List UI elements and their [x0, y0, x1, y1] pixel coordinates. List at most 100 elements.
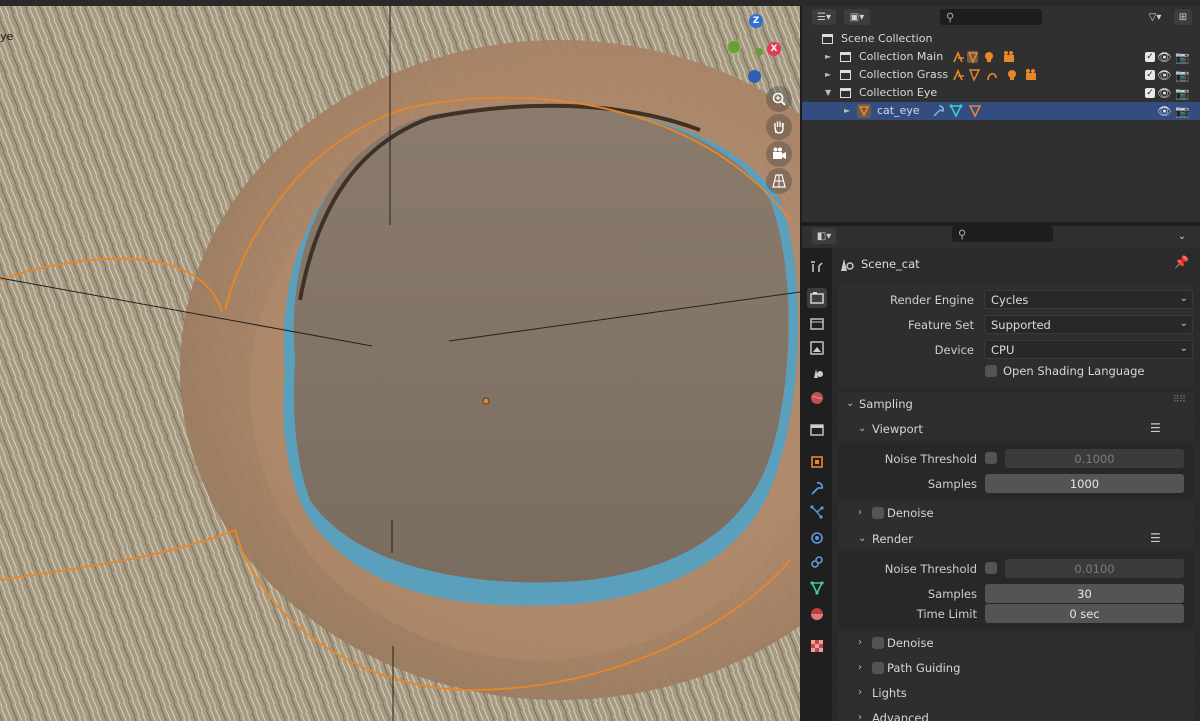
modifier-wrench-icon[interactable] [807, 478, 827, 498]
viewport-denoise-header[interactable]: › Denoise [838, 501, 1194, 525]
collection-contents-icons [953, 51, 1014, 64]
render-camera-icon[interactable]: 📷 [1175, 86, 1189, 100]
texture-tab-icon[interactable] [807, 636, 827, 656]
feature-set-dropdown[interactable]: Supported ⌄ [984, 315, 1193, 334]
viewport-noise-threshold-field[interactable]: 0.1000 [1005, 449, 1184, 468]
new-collection-icon[interactable]: ⊞ [1174, 9, 1192, 25]
advanced-header[interactable]: › Advanced [838, 706, 1194, 721]
search-icon: ⚲ [946, 10, 955, 24]
world-tab-icon[interactable] [807, 388, 827, 408]
exclude-checkbox[interactable]: ✓ [1145, 88, 1155, 98]
lights-header[interactable]: › Lights [838, 681, 1194, 705]
data-mesh-tab-icon[interactable] [807, 578, 827, 598]
visibility-eye-icon[interactable]: 👁 [1157, 68, 1172, 82]
output-tab-icon[interactable] [807, 314, 827, 334]
render-tab-icon[interactable] [807, 288, 827, 308]
viewport-samples-field[interactable]: 1000 [985, 474, 1184, 493]
visibility-eye-icon[interactable]: 👁 [1157, 86, 1172, 100]
filter-icon[interactable]: ▽▾ [1142, 9, 1168, 25]
outliner-item-label: cat_eye [877, 104, 920, 117]
render-noise-threshold-label: Noise Threshold [884, 562, 977, 576]
osl-label: Open Shading Language [1003, 364, 1145, 378]
render-noise-threshold-field[interactable]: 0.0100 [1005, 559, 1184, 578]
render-denoise-header[interactable]: › Denoise [838, 631, 1194, 655]
path-guiding-checkbox[interactable] [872, 662, 884, 674]
visibility-eye-icon[interactable]: 👁 [1157, 104, 1172, 118]
gizmo-y-axis[interactable] [727, 40, 741, 54]
perspective-grid-icon[interactable] [766, 168, 792, 194]
constraints-tab-icon[interactable] [807, 552, 827, 572]
render-title: Render [872, 532, 913, 546]
viewport-subpanel-header[interactable]: ⌄ Viewport ☰ [838, 417, 1194, 441]
outliner-search-input[interactable]: ⚲ [940, 9, 1042, 25]
drag-handle-icon[interactable]: ⠿⠿ [1173, 395, 1186, 405]
gizmo-neg-z-axis[interactable] [748, 70, 761, 83]
properties-header: ◧▾ ⚲ ⌄ [802, 226, 1200, 246]
material-tab-icon[interactable] [807, 604, 827, 624]
object-data-icons [933, 104, 982, 118]
gizmo-z-axis[interactable]: Z [749, 14, 763, 28]
outliner-row-scene-collection[interactable]: Scene Collection [802, 30, 1200, 48]
presets-list-icon[interactable]: ☰ [1150, 531, 1161, 545]
render-subpanel-header[interactable]: ⌄ Render ☰ [838, 527, 1194, 551]
time-limit-field[interactable]: 0 sec [985, 604, 1184, 623]
viewport-noise-threshold-checkbox[interactable] [985, 452, 997, 464]
outliner-row-collection-grass[interactable]: ► Collection Grass ✓ 👁 📷 [802, 66, 1200, 84]
pan-hand-icon[interactable] [766, 114, 792, 140]
exclude-checkbox[interactable]: ✓ [1145, 70, 1155, 80]
collection-tab-icon[interactable] [807, 420, 827, 440]
outliner-item-label: Scene Collection [841, 32, 933, 45]
editor-type-button[interactable]: ◧▾ [812, 228, 836, 244]
presets-list-icon[interactable]: ☰ [1150, 421, 1161, 435]
display-mode-button[interactable]: ▣▾ [844, 9, 870, 25]
sampling-panel-header[interactable]: ⌄ Sampling ⠿⠿ [838, 392, 1194, 416]
advanced-label: Advanced [872, 711, 929, 721]
object-tab-icon[interactable] [807, 452, 827, 472]
outliner-row-collection-eye[interactable]: ▼ Collection Eye ✓ 👁 📷 [802, 84, 1200, 102]
physics-tab-icon[interactable] [807, 528, 827, 548]
visibility-eye-icon[interactable]: 👁 [1157, 50, 1172, 64]
expand-arrow-icon[interactable]: ► [844, 106, 850, 115]
outliner-item-label: Collection Grass [859, 68, 949, 81]
options-dropdown[interactable]: ⌄ [1174, 228, 1190, 244]
editor-type-button[interactable]: ☰▾ [812, 9, 836, 25]
properties-editor: ◧▾ ⚲ ⌄ Scene_cat 📌 Render Engine Cycles … [802, 226, 1200, 721]
camera-view-icon[interactable] [766, 141, 792, 167]
scene-tab-icon[interactable] [807, 362, 827, 382]
view-layer-tab-icon[interactable] [807, 338, 827, 358]
chevron-right-icon: › [858, 687, 862, 698]
search-icon: ⚲ [958, 227, 967, 241]
pin-icon[interactable]: 📌 [1174, 255, 1189, 269]
expand-arrow-icon[interactable]: ► [825, 52, 831, 61]
scene-name: Scene_cat [861, 257, 920, 271]
viewport-object-label: ye [0, 30, 14, 43]
expand-arrow-icon[interactable]: ► [825, 70, 831, 79]
device-dropdown[interactable]: CPU ⌄ [984, 340, 1193, 359]
render-samples-field[interactable]: 30 [985, 584, 1184, 603]
outliner-row-collection-main[interactable]: ► Collection Main ✓ 👁 📷 [802, 48, 1200, 66]
exclude-checkbox[interactable]: ✓ [1145, 52, 1155, 62]
render-denoise-checkbox[interactable] [872, 637, 884, 649]
3d-viewport[interactable]: ye Z X [0, 0, 800, 721]
outliner-item-label: Collection Main [859, 50, 944, 63]
render-camera-icon[interactable]: 📷 [1175, 50, 1189, 64]
zoom-icon[interactable] [766, 86, 792, 112]
tool-tab-icon[interactable] [807, 256, 827, 276]
viewport-denoise-checkbox[interactable] [872, 507, 884, 519]
properties-search-input[interactable]: ⚲ [952, 226, 1053, 242]
outliner-row-cat-eye[interactable]: ► cat_eye 👁 📷 [802, 102, 1200, 120]
render-camera-icon[interactable]: 📷 [1175, 104, 1189, 118]
gizmo-x-axis[interactable]: X [767, 42, 781, 56]
osl-checkbox[interactable] [985, 365, 997, 377]
navigation-gizmo[interactable]: Z X [722, 12, 792, 92]
particles-tab-icon[interactable] [807, 502, 827, 522]
device-value: CPU [991, 342, 1015, 357]
render-engine-dropdown[interactable]: Cycles ⌄ [984, 290, 1193, 309]
viewport-samples-label: Samples [927, 477, 977, 491]
render-camera-icon[interactable]: 📷 [1175, 68, 1189, 82]
feature-set-value: Supported [991, 317, 1051, 332]
path-guiding-header[interactable]: › Path Guiding [838, 656, 1194, 680]
render-noise-threshold-checkbox[interactable] [985, 562, 997, 574]
render-engine-value: Cycles [991, 292, 1029, 307]
collapse-arrow-icon[interactable]: ▼ [825, 88, 831, 97]
